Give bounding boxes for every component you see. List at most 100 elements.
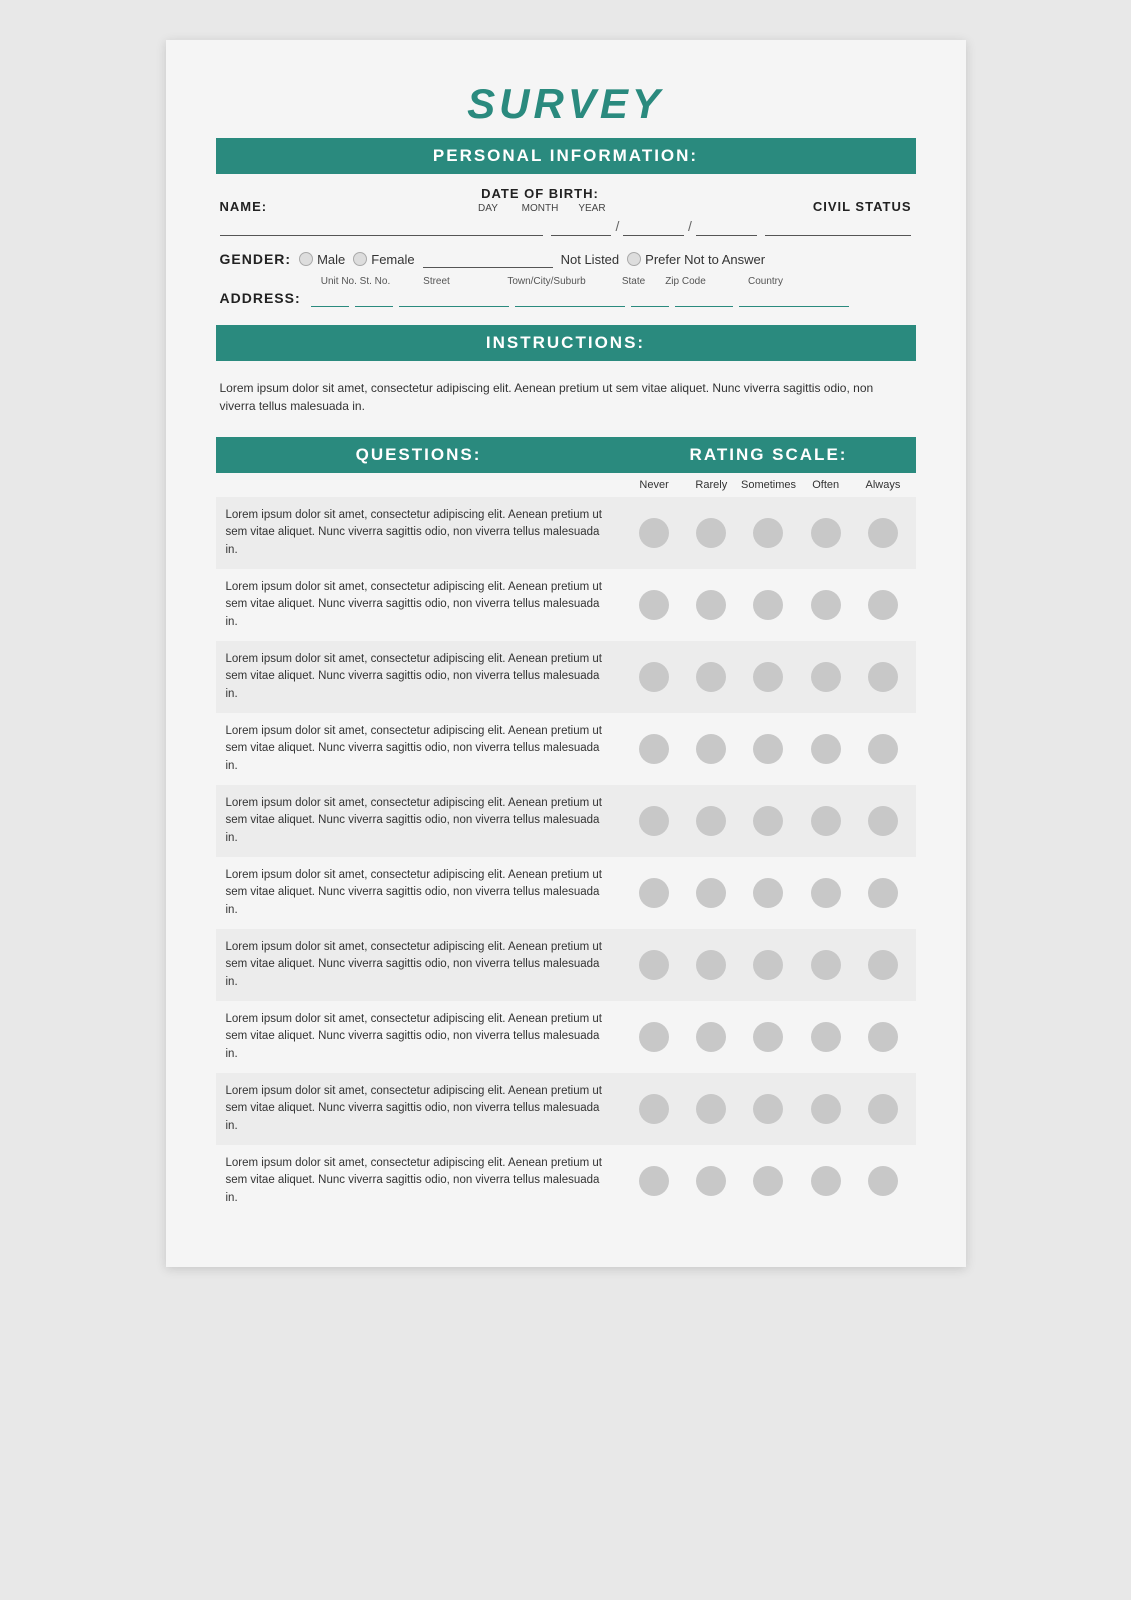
addr-country-label: Country [716, 276, 816, 287]
address-street-input[interactable] [399, 289, 509, 307]
bubble-q9-often[interactable] [811, 1094, 841, 1124]
survey-title: SURVEY [216, 80, 916, 128]
address-stno-input[interactable] [355, 289, 393, 307]
bubble-q9-always[interactable] [868, 1094, 898, 1124]
bubble-q6-sometimes[interactable] [753, 878, 783, 908]
bubble-q1-always[interactable] [868, 518, 898, 548]
name-input-line[interactable] [220, 218, 543, 236]
gender-female-option[interactable]: Female [353, 252, 414, 267]
bubble-q1-rarely[interactable] [696, 518, 726, 548]
questions-header: QUESTIONS: [216, 437, 622, 473]
instructions-text: Lorem ipsum dolor sit amet, consectetur … [216, 373, 916, 421]
bubble-q6-never[interactable] [639, 878, 669, 908]
bubble-q6-often[interactable] [811, 878, 841, 908]
question-row-7: Lorem ipsum dolor sit amet, consectetur … [216, 929, 916, 1001]
bubble-q10-often[interactable] [811, 1166, 841, 1196]
question-row-6: Lorem ipsum dolor sit amet, consectetur … [216, 857, 916, 929]
bubble-q5-sometimes[interactable] [753, 806, 783, 836]
gender-female-label: Female [371, 252, 414, 267]
bubble-q10-rarely[interactable] [696, 1166, 726, 1196]
gender-female-radio[interactable] [353, 252, 367, 266]
bubble-q4-rarely[interactable] [696, 734, 726, 764]
bubble-q8-never[interactable] [639, 1022, 669, 1052]
rating-rarely: Rarely [683, 479, 740, 491]
rating-scale-header: RATING SCALE: [622, 437, 916, 473]
rating-scale-labels: Never Rarely Sometimes Often Always [622, 473, 916, 497]
bubble-q4-sometimes[interactable] [753, 734, 783, 764]
question-row-5: Lorem ipsum dolor sit amet, consectetur … [216, 785, 916, 857]
prefer-not-option[interactable]: Prefer Not to Answer [627, 252, 765, 267]
bubble-q10-sometimes[interactable] [753, 1166, 783, 1196]
gender-other-input-line[interactable] [423, 250, 553, 268]
dob-year-label: YEAR [566, 203, 618, 214]
bubble-q9-rarely[interactable] [696, 1094, 726, 1124]
prefer-not-radio[interactable] [627, 252, 641, 266]
address-country-input[interactable] [739, 289, 849, 307]
bubble-q5-always[interactable] [868, 806, 898, 836]
bubble-q7-often[interactable] [811, 950, 841, 980]
gender-male-option[interactable]: Male [299, 252, 345, 267]
bubble-q8-always[interactable] [868, 1022, 898, 1052]
bubble-q3-rarely[interactable] [696, 662, 726, 692]
dob-year-input[interactable] [696, 218, 757, 236]
address-unit-input[interactable] [311, 289, 349, 307]
dob-day-input[interactable] [551, 218, 612, 236]
rating-always: Always [854, 479, 911, 491]
bubble-q7-rarely[interactable] [696, 950, 726, 980]
rating-never: Never [626, 479, 683, 491]
address-zip-input[interactable] [675, 289, 733, 307]
rating-bubbles-6 [622, 870, 916, 916]
bubble-q5-often[interactable] [811, 806, 841, 836]
bubble-q4-never[interactable] [639, 734, 669, 764]
question-row-2: Lorem ipsum dolor sit amet, consectetur … [216, 569, 916, 641]
bubble-q4-often[interactable] [811, 734, 841, 764]
bubble-q2-always[interactable] [868, 590, 898, 620]
bubble-q3-often[interactable] [811, 662, 841, 692]
question-row-1: Lorem ipsum dolor sit amet, consectetur … [216, 497, 916, 569]
addr-unitno-label: Unit No. St. No. [320, 276, 392, 287]
dob-label: DATE OF BIRTH: [481, 186, 599, 201]
address-state-input[interactable] [631, 289, 669, 307]
bubble-q2-sometimes[interactable] [753, 590, 783, 620]
dob-input-lines: / / [551, 218, 757, 236]
bubble-q10-always[interactable] [868, 1166, 898, 1196]
bubble-q2-never[interactable] [639, 590, 669, 620]
bubble-q7-always[interactable] [868, 950, 898, 980]
question-text-3: Lorem ipsum dolor sit amet, consectetur … [216, 643, 622, 711]
question-text-5: Lorem ipsum dolor sit amet, consectetur … [216, 787, 622, 855]
dob-month-input[interactable] [623, 218, 684, 236]
rating-bubbles-9 [622, 1086, 916, 1132]
bubble-q6-always[interactable] [868, 878, 898, 908]
bubble-q6-rarely[interactable] [696, 878, 726, 908]
bubble-q4-always[interactable] [868, 734, 898, 764]
bubble-q3-sometimes[interactable] [753, 662, 783, 692]
dob-day-label: DAY [462, 203, 514, 214]
address-town-input[interactable] [515, 289, 625, 307]
bubble-q1-often[interactable] [811, 518, 841, 548]
bubble-q8-rarely[interactable] [696, 1022, 726, 1052]
bubble-q8-sometimes[interactable] [753, 1022, 783, 1052]
bubble-q3-always[interactable] [868, 662, 898, 692]
rating-bubbles-3 [622, 654, 916, 700]
bubble-q1-sometimes[interactable] [753, 518, 783, 548]
bubble-q7-never[interactable] [639, 950, 669, 980]
gender-male-radio[interactable] [299, 252, 313, 266]
rating-bubbles-5 [622, 798, 916, 844]
bubble-q1-never[interactable] [639, 518, 669, 548]
address-label: ADDRESS: [220, 290, 301, 306]
pi-input-lines: / / [216, 218, 916, 236]
question-text-8: Lorem ipsum dolor sit amet, consectetur … [216, 1003, 622, 1071]
bubble-q10-never[interactable] [639, 1166, 669, 1196]
gender-male-label: Male [317, 252, 345, 267]
bubble-q3-never[interactable] [639, 662, 669, 692]
bubble-q5-never[interactable] [639, 806, 669, 836]
bubble-q8-often[interactable] [811, 1022, 841, 1052]
bubble-q7-sometimes[interactable] [753, 950, 783, 980]
bubble-q9-never[interactable] [639, 1094, 669, 1124]
question-row-4: Lorem ipsum dolor sit amet, consectetur … [216, 713, 916, 785]
civil-status-input-line[interactable] [765, 218, 912, 236]
bubble-q2-rarely[interactable] [696, 590, 726, 620]
bubble-q9-sometimes[interactable] [753, 1094, 783, 1124]
bubble-q2-often[interactable] [811, 590, 841, 620]
bubble-q5-rarely[interactable] [696, 806, 726, 836]
